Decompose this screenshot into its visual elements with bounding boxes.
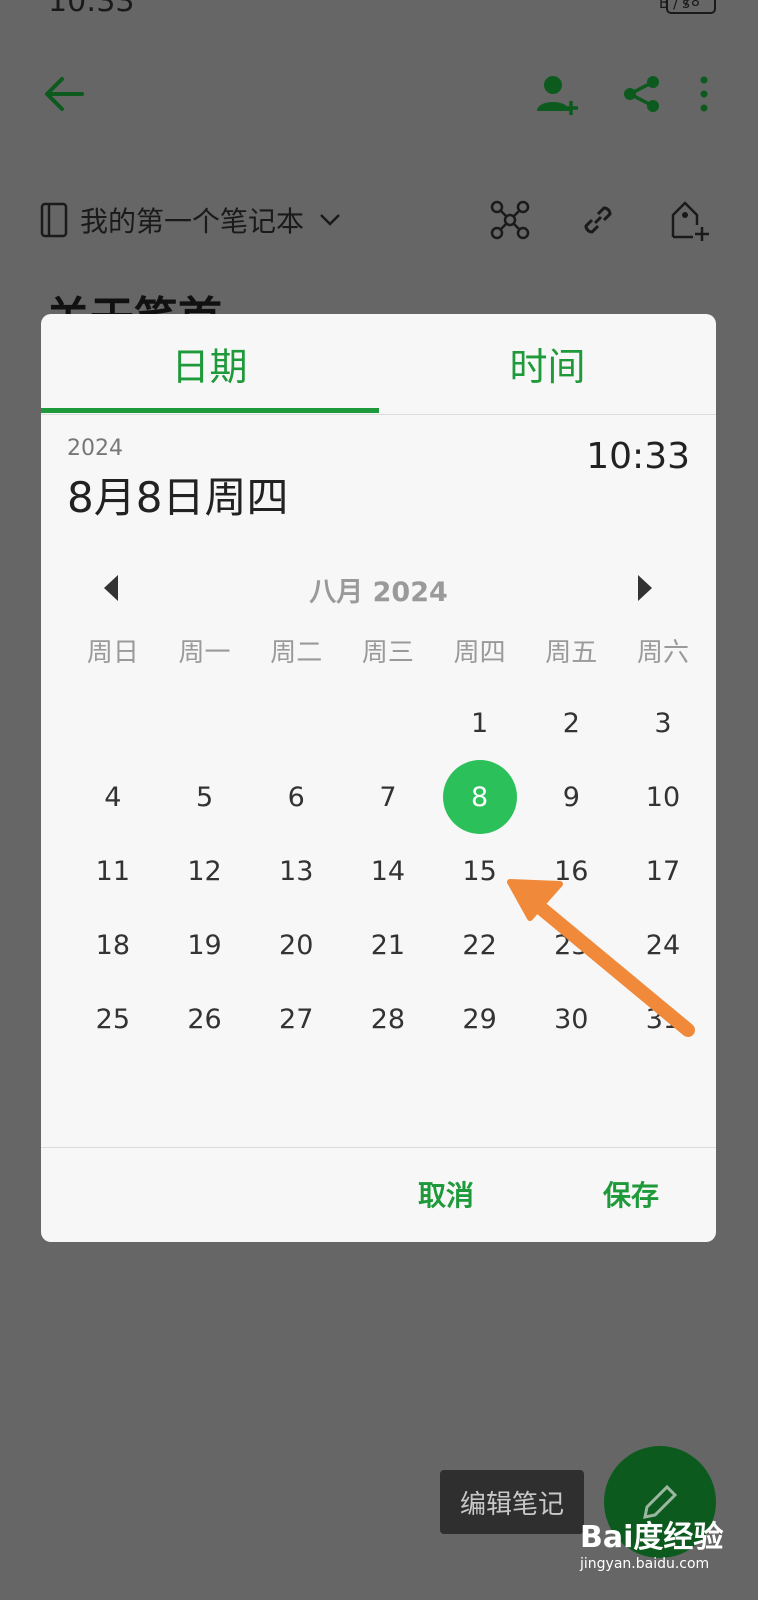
calendar-day[interactable]: 14 [342,834,434,908]
calendar-day[interactable]: 22 [434,908,526,982]
triangle-left-icon [104,575,118,601]
calendar-day[interactable]: 1 [434,686,526,760]
calendar-empty-cell [67,686,159,760]
calendar-day[interactable]: 24 [617,908,709,982]
back-button[interactable] [36,66,92,122]
weekday-label: 周五 [545,638,598,668]
calendar-day[interactable]: 13 [250,834,342,908]
calendar-day[interactable]: 26 [159,982,251,1056]
share-icon [624,76,659,112]
weekday-label: 周四 [453,638,506,668]
weekday-label: 周三 [361,638,414,668]
calendar-empty-cell [159,686,251,760]
selected-date-label: 8月8日周四 [67,473,289,522]
calendar-day[interactable]: 30 [525,982,617,1056]
calendar-empty-cell [342,686,434,760]
notebook-selector[interactable]: 我的第一个笔记本 [40,196,342,244]
month-label: 八月 2024 [309,577,448,608]
calendar-day[interactable]: 27 [250,982,342,1056]
calendar-day[interactable]: 28 [342,982,434,1056]
year-label[interactable]: 2024 [67,436,123,461]
tab-indicator [41,408,379,413]
status-time: 10:33 [48,0,135,19]
date-picker-dialog: 日期 时间 2024 8月8日周四 10:33 八月 2024 周日 周一 周二… [41,314,716,1242]
prev-month-button[interactable] [91,568,131,608]
link-button[interactable] [572,194,624,246]
chevron-down-icon [320,214,340,226]
weekday-label: 周日 [86,638,139,668]
calendar-day[interactable]: 4 [67,760,159,834]
calendar-day[interactable]: 10 [617,760,709,834]
calendar-day[interactable]: 25 [67,982,159,1056]
dialog-tabs: 日期 时间 [41,314,716,415]
calendar-day[interactable]: 29 [434,982,526,1056]
tag-button[interactable] [664,194,716,246]
notebook-icon [40,202,68,238]
link-icon [584,206,612,234]
weekday-label: 周一 [178,638,231,668]
add-user-icon [537,76,578,115]
watermark-brand: Bai度经验 [580,1520,724,1555]
calendar-day[interactable]: 8 [434,760,526,834]
calendar-day[interactable]: 12 [159,834,251,908]
calendar-day[interactable]: 2 [525,686,617,760]
notebook-name: 我的第一个笔记本 [80,205,305,238]
dialog-divider [41,1147,716,1148]
calendar-day[interactable]: 21 [342,908,434,982]
calendar-grid: 1 2 3 4 5 6 7 8 9 10 11 12 13 14 15 16 17 18 19 20 21 22 23 24 2… [67,686,709,1056]
watermark: Bai度经验 jingyan.baidu.com [580,1512,756,1588]
add-user-button[interactable] [530,66,586,122]
tag-add-icon [671,201,709,241]
time-label[interactable]: 10:33 [586,436,690,477]
weekday-header: 周日 周一 周二 周三 周四 周五 周六 [41,632,716,672]
calendar-day[interactable]: 3 [617,686,709,760]
tab-date[interactable]: 日期 [41,314,378,412]
selected-day[interactable]: 8 [442,760,517,834]
calendar-day[interactable]: 7 [342,760,434,834]
share-button[interactable] [614,66,670,122]
weekday-label: 周六 [636,638,689,668]
calendar-day[interactable]: 5 [159,760,251,834]
calendar-day[interactable]: 11 [67,834,159,908]
graph-icon [490,200,530,240]
calendar-day[interactable]: 15 [434,834,526,908]
calendar-empty-cell [250,686,342,760]
calendar-day[interactable]: 18 [67,908,159,982]
tab-time[interactable]: 时间 [379,314,716,412]
graph-button[interactable] [484,194,536,246]
battery-icon: 78 [666,0,716,14]
weekday-label: 周二 [270,638,323,668]
calendar-day[interactable]: 9 [525,760,617,834]
more-vertical-icon [700,76,708,112]
calendar-day[interactable]: 23 [525,908,617,982]
calendar-day[interactable]: 20 [250,908,342,982]
next-month-button[interactable] [625,568,665,608]
more-button[interactable] [684,66,724,122]
calendar-day[interactable]: 19 [159,908,251,982]
calendar-day[interactable]: 16 [525,834,617,908]
triangle-right-icon [638,575,652,601]
edit-note-tooltip: 编辑笔记 [440,1470,584,1534]
calendar-day[interactable]: 6 [250,760,342,834]
calendar-day[interactable]: 31 [617,982,709,1056]
calendar-day[interactable]: 17 [617,834,709,908]
save-button[interactable]: 保存 [561,1154,701,1234]
cancel-button[interactable]: 取消 [381,1154,511,1234]
watermark-url: jingyan.baidu.com [580,1556,710,1572]
arrow-left-icon [45,77,84,111]
